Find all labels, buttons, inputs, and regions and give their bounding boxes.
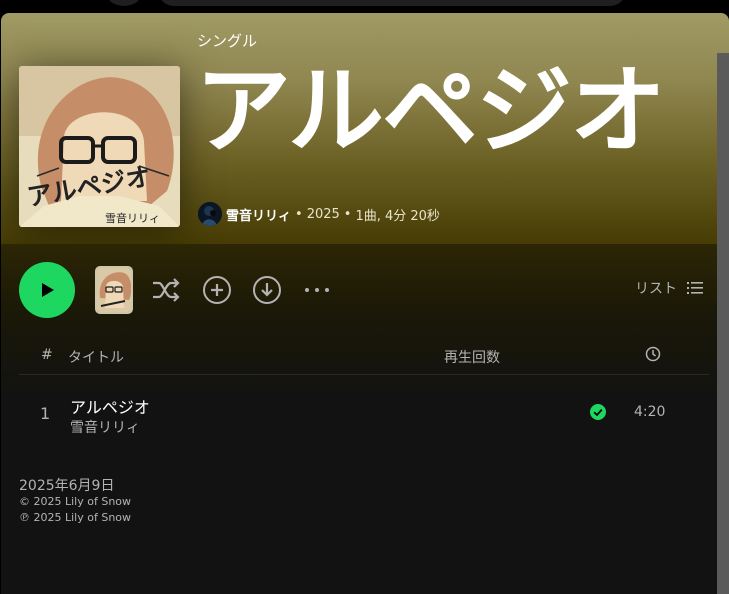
more-dots-icon	[305, 288, 329, 292]
play-button[interactable]	[19, 262, 75, 318]
clock-icon	[645, 346, 661, 362]
home-button[interactable]	[105, 0, 143, 6]
column-plays: 再生回数	[444, 350, 500, 366]
list-view-button[interactable]: リスト	[635, 278, 703, 298]
check-circle-icon	[590, 404, 606, 420]
cover-art-icon: アルペジオ 雪音リリィ	[19, 66, 180, 227]
column-number: #	[41, 347, 53, 363]
play-icon	[42, 283, 54, 297]
column-title: タイトル	[68, 350, 124, 366]
track-number: 1	[40, 404, 51, 423]
album-page: シングル アルペジオ 雪音リリィ アルペジオ 雪音リリィ • 2025 • 1曲…	[1, 13, 729, 594]
shuffle-icon	[153, 278, 180, 302]
cover-artist-text: 雪音リリィ	[105, 211, 160, 225]
release-year: 2025	[306, 206, 340, 222]
download-icon	[253, 276, 281, 304]
album-header: シングル アルペジオ 雪音リリィ アルペジオ 雪音リリィ • 2025 • 1曲…	[1, 13, 729, 244]
artist-link[interactable]: 雪音リリィ	[226, 205, 291, 224]
track-row[interactable]: 1 アルペジオ 雪音リリィ 4:20	[19, 387, 709, 443]
column-duration	[645, 346, 661, 366]
search-bar[interactable]	[158, 0, 626, 6]
shuffle-button[interactable]	[149, 273, 183, 307]
artist-avatar[interactable]	[198, 202, 222, 226]
album-type-label: シングル	[197, 32, 258, 50]
track-duration: 4:20	[634, 404, 666, 420]
phonographic-copyright-text: ℗ 2025 Lily of Snow	[19, 511, 132, 524]
add-to-library-button[interactable]	[200, 273, 234, 307]
album-cover[interactable]: アルペジオ 雪音リリィ	[19, 66, 180, 227]
track-summary: 1曲, 4分 20秒	[355, 208, 440, 224]
track-title[interactable]: アルペジオ	[70, 394, 150, 418]
preview-cover-button[interactable]	[95, 266, 133, 314]
copyright-text: © 2025 Lily of Snow	[19, 495, 132, 508]
avatar-icon	[198, 202, 222, 226]
scrollbar[interactable]	[717, 53, 729, 594]
list-view-label: リスト	[635, 281, 677, 297]
download-button[interactable]	[250, 273, 284, 307]
release-date: 2025年6月9日	[19, 478, 115, 494]
action-area: リスト # タイトル 再生回数 1 アルペジオ 雪音リリィ 4:20 2025年…	[1, 244, 729, 594]
saved-check-icon[interactable]	[590, 404, 606, 424]
list-icon	[687, 282, 703, 294]
meta-separator: •	[295, 206, 303, 222]
more-options-button[interactable]	[300, 273, 334, 307]
track-artist[interactable]: 雪音リリィ	[70, 417, 140, 437]
album-title: アルペジオ	[195, 55, 666, 167]
album-meta: 雪音リリィ • 2025 • 1曲, 4分 20秒	[198, 201, 440, 227]
meta-separator: •	[343, 206, 352, 222]
add-circle-icon	[203, 276, 231, 304]
tracklist-header: # タイトル 再生回数	[19, 343, 709, 375]
preview-cover-icon	[97, 268, 131, 312]
top-bar	[0, 0, 729, 12]
